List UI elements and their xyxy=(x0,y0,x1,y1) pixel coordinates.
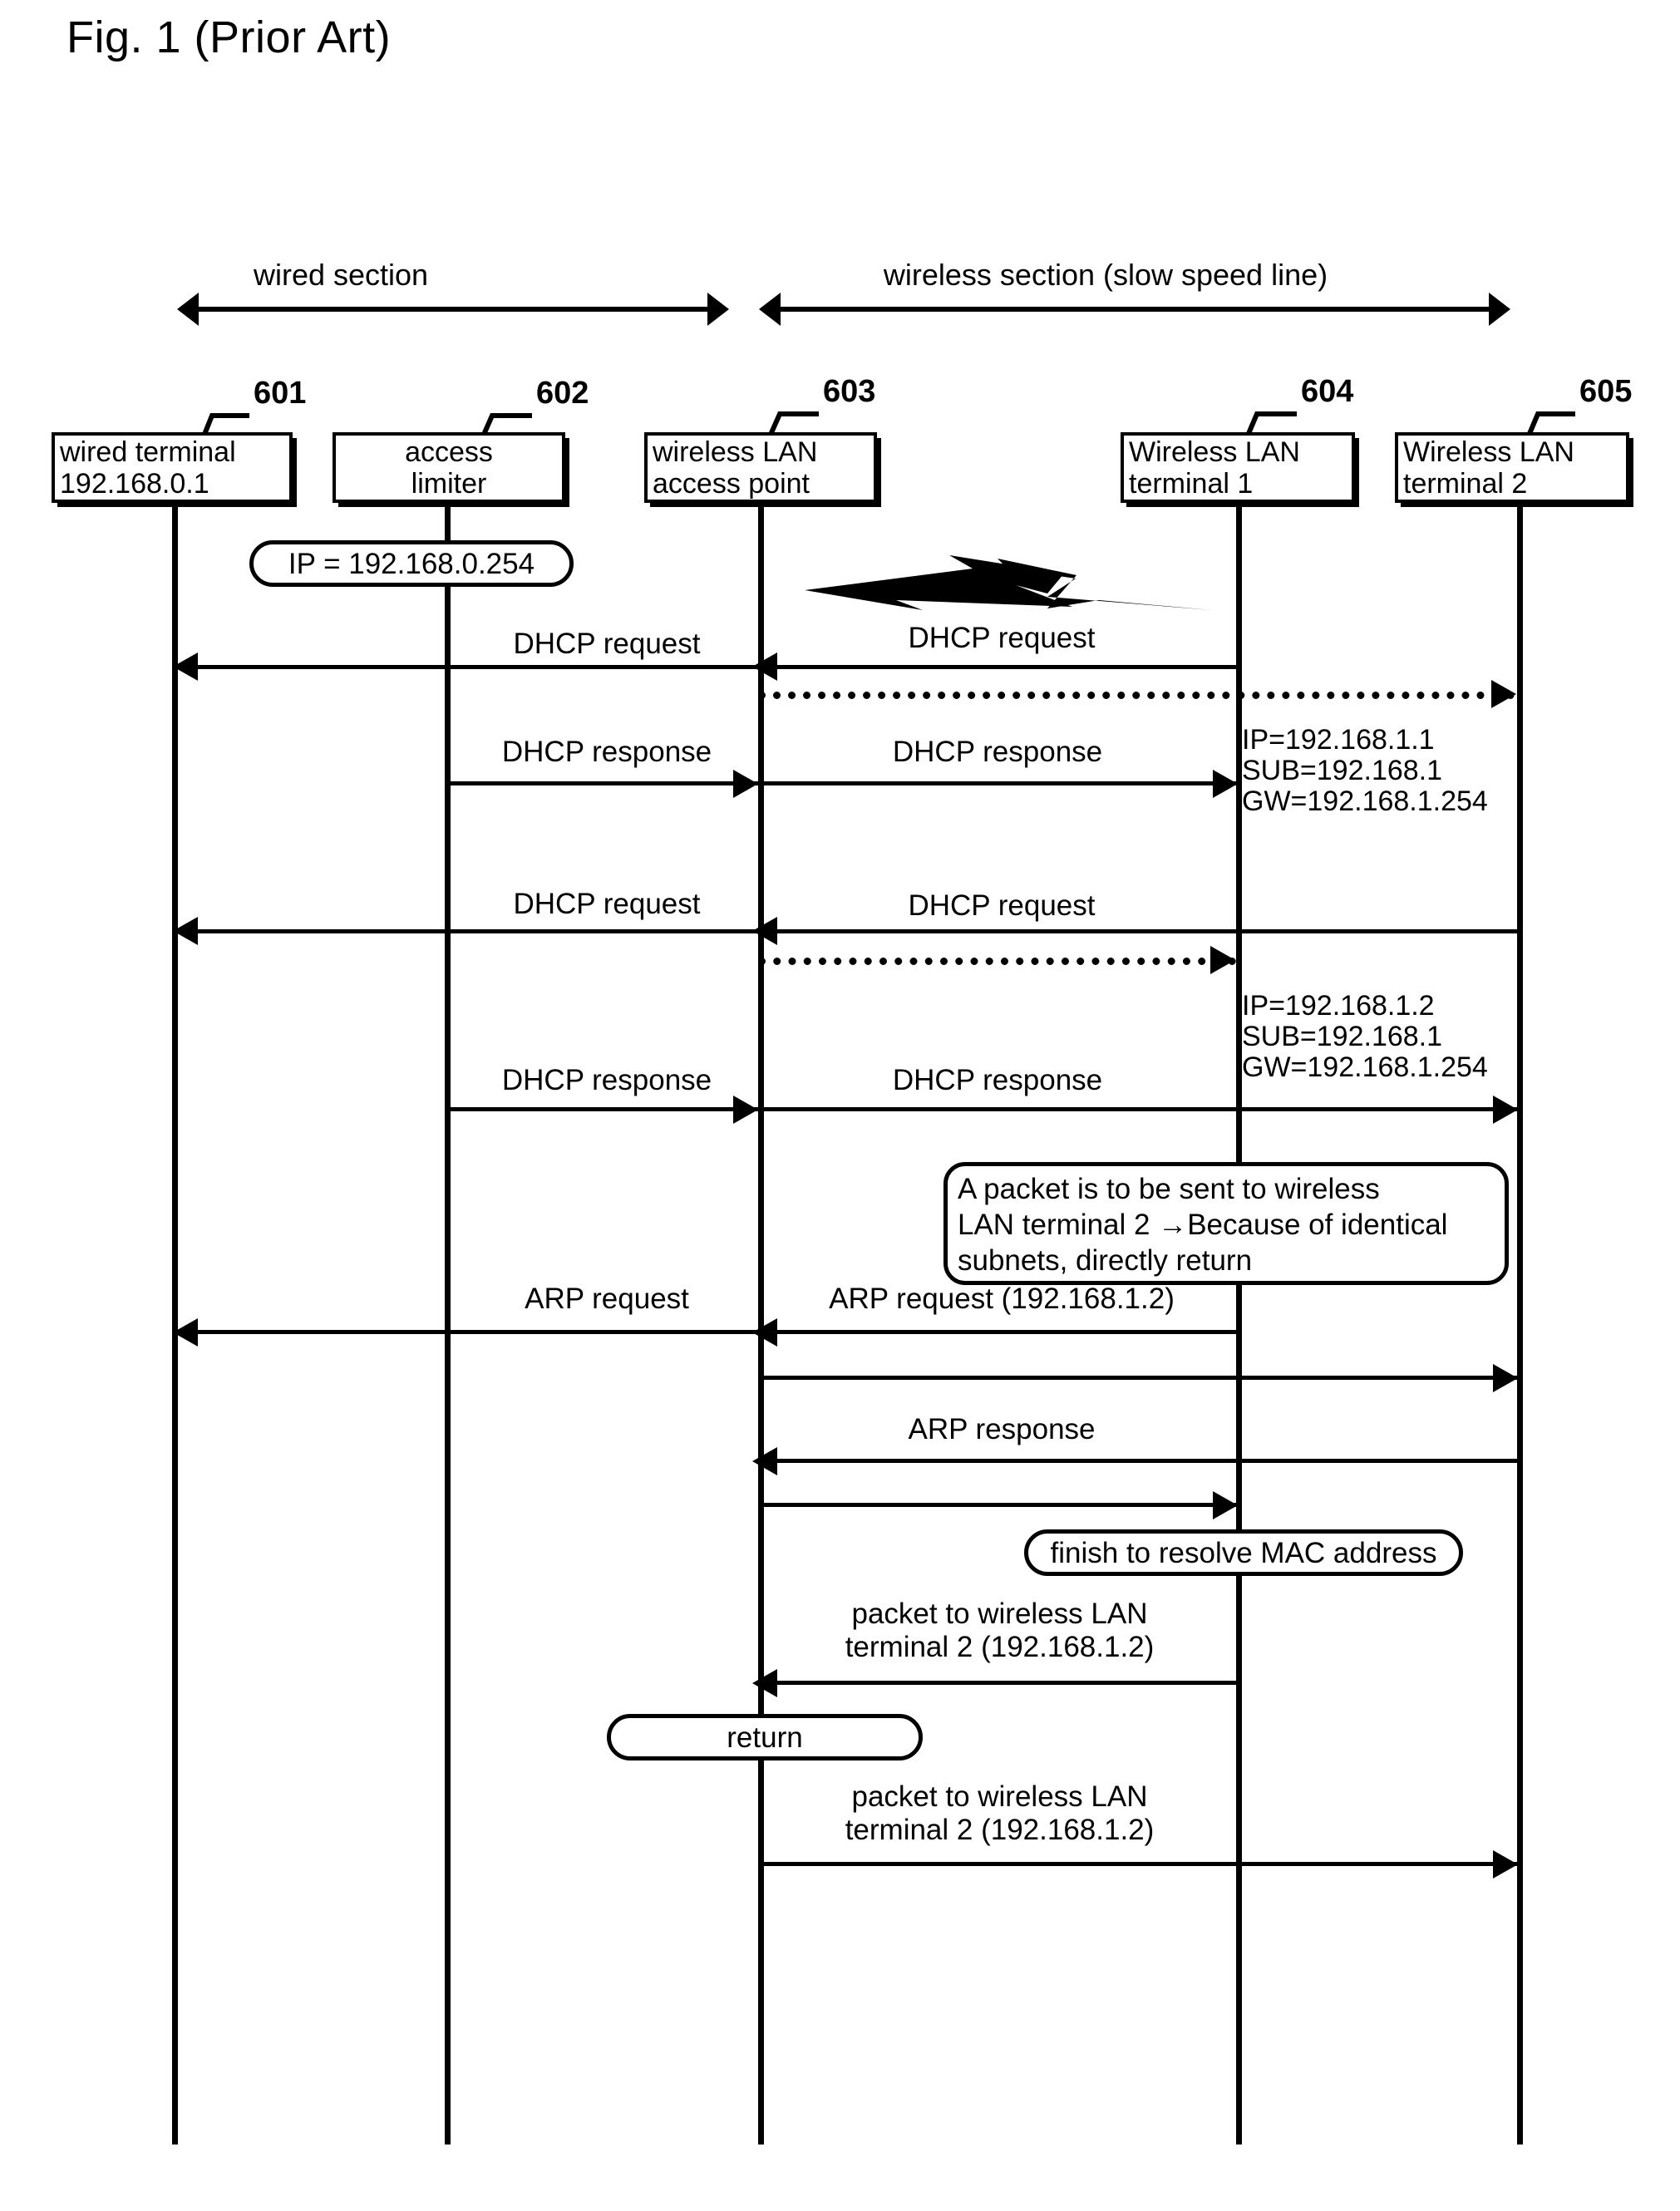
arrowhead-left xyxy=(752,652,777,681)
message-label-arp-request-b: ARP request (192.168.1.2) xyxy=(829,1283,1175,1315)
message-arrow-dhcp-response-1 xyxy=(447,781,1237,785)
message-arrow-arp-request-broadcast xyxy=(758,1376,1517,1380)
message-arrow-arp-request xyxy=(176,1330,1239,1334)
message-arrow-arp-response-forward xyxy=(758,1503,1239,1507)
ref-number-604: 604 xyxy=(1301,374,1354,409)
info-line-gw: GW=192.168.1.254 xyxy=(1242,1051,1488,1083)
message-label-packet-2: packet to wireless LAN terminal 2 (192.1… xyxy=(765,1780,1234,1847)
arrowhead-left xyxy=(752,1669,777,1697)
actor-box-wireless-access-point[interactable]: wireless LAN access point xyxy=(644,432,877,503)
ref-number-605: 605 xyxy=(1579,374,1633,409)
info-block-terminal1-config: IP=192.168.1.1 SUB=192.168.1 GW=192.168.… xyxy=(1242,725,1488,817)
ref-number-603: 603 xyxy=(823,374,876,409)
actor-box-wireless-terminal-2[interactable]: Wireless LAN terminal 2 xyxy=(1395,432,1629,503)
ref-number-601: 601 xyxy=(254,376,307,411)
message-label-packet-1-line2: terminal 2 (192.168.1.2) xyxy=(845,1631,1155,1663)
info-line-gw: GW=192.168.1.254 xyxy=(1242,785,1488,817)
message-label-dhcp-response-1a: DHCP response xyxy=(501,736,712,768)
message-arrow-dhcp-broadcast-1 xyxy=(758,692,1515,699)
section-span-wired xyxy=(177,293,729,326)
balloon-return: return xyxy=(607,1714,923,1760)
arrowhead-right xyxy=(1493,1364,1518,1392)
actor-label-line1: Wireless LAN xyxy=(1129,436,1300,468)
actor-label-line1: Wireless LAN xyxy=(1403,436,1574,468)
figure-canvas: Fig. 1 (Prior Art) wired section wireles… xyxy=(0,0,1680,2211)
message-arrow-dhcp-request-2 xyxy=(176,929,1517,933)
balloon-text: finish to resolve MAC address xyxy=(1050,1536,1437,1569)
message-arrow-arp-response xyxy=(758,1459,1517,1463)
arrowhead-left xyxy=(752,917,777,945)
message-arrow-dhcp-request-1 xyxy=(176,665,1239,669)
lifeline-wireless-terminal-2 xyxy=(1517,503,1523,2145)
arrowhead-left xyxy=(752,1318,777,1347)
actor-label-line2: access point xyxy=(653,467,810,500)
message-label-dhcp-response-2b: DHCP response xyxy=(892,1064,1103,1096)
balloon-text: IP = 192.168.0.254 xyxy=(288,547,535,580)
balloon-text: return xyxy=(727,1721,803,1754)
actor-box-access-limiter[interactable]: access limiter xyxy=(333,432,565,503)
message-label-packet-1-line1: packet to wireless LAN xyxy=(851,1598,1148,1630)
message-label-dhcp-response-1b: DHCP response xyxy=(892,736,1103,768)
lifeline-wireless-terminal-1 xyxy=(1236,503,1242,2145)
wireless-lightning-icon xyxy=(805,555,1212,610)
message-label-dhcp-request-2b: DHCP request xyxy=(908,889,1096,922)
actor-label-line2: limiter xyxy=(411,467,487,500)
message-arrow-packet-1 xyxy=(758,1681,1239,1685)
info-line-ip: IP=192.168.1.1 xyxy=(1242,724,1435,756)
message-arrow-dhcp-broadcast-2 xyxy=(758,958,1236,965)
actor-label-line2: 192.168.0.1 xyxy=(60,467,209,500)
message-label-packet-1: packet to wireless LAN terminal 2 (192.1… xyxy=(765,1598,1234,1664)
arrowhead-right xyxy=(1210,946,1235,974)
actor-label-line1: access xyxy=(405,436,493,468)
arrowhead-left xyxy=(173,1318,198,1347)
note-line-2: LAN terminal 2 →Because of identical xyxy=(958,1209,1448,1241)
arrowhead-right xyxy=(733,1096,758,1124)
info-line-sub: SUB=192.168.1 xyxy=(1242,1021,1443,1052)
arrowhead-left xyxy=(173,652,198,681)
note-packet-same-subnet: A packet is to be sent to wireless LAN t… xyxy=(943,1162,1509,1285)
page-title: Fig. 1 (Prior Art) xyxy=(67,12,392,62)
note-line-1: A packet is to be sent to wireless xyxy=(958,1173,1380,1205)
message-label-arp-request-a: ARP request xyxy=(525,1283,689,1315)
actor-label-line1: wired terminal xyxy=(60,436,236,468)
ref-number-602: 602 xyxy=(536,376,589,411)
arrowhead-right xyxy=(1491,680,1516,708)
message-arrow-packet-2 xyxy=(758,1862,1517,1866)
message-arrow-dhcp-response-2 xyxy=(447,1107,1517,1111)
lifeline-access-limiter xyxy=(445,503,451,2145)
arrowhead-right xyxy=(733,770,758,798)
arrowhead-left xyxy=(173,917,198,945)
section-label-wireless: wireless section (slow speed line) xyxy=(883,258,1328,292)
actor-label-line2: terminal 1 xyxy=(1129,467,1254,500)
message-label-dhcp-request-2a: DHCP request xyxy=(513,888,701,920)
info-line-sub: SUB=192.168.1 xyxy=(1242,755,1443,786)
balloon-finish-resolve-mac: finish to resolve MAC address xyxy=(1024,1529,1463,1576)
section-label-wired: wired section xyxy=(253,258,429,292)
message-label-arp-response: ARP response xyxy=(908,1413,1096,1445)
actor-label-line2: terminal 2 xyxy=(1403,467,1528,500)
info-block-terminal2-config: IP=192.168.1.2 SUB=192.168.1 GW=192.168.… xyxy=(1242,991,1488,1083)
message-label-dhcp-request-1a: DHCP request xyxy=(513,628,701,660)
arrowhead-right xyxy=(1213,770,1238,798)
actor-box-wired-terminal[interactable]: wired terminal 192.168.0.1 xyxy=(52,432,293,503)
message-label-packet-2-line1: packet to wireless LAN xyxy=(851,1780,1148,1813)
info-line-ip: IP=192.168.1.2 xyxy=(1242,990,1435,1022)
arrowhead-right xyxy=(1493,1096,1518,1124)
note-line-3: subnets, directly return xyxy=(958,1244,1253,1277)
message-label-packet-2-line2: terminal 2 (192.168.1.2) xyxy=(845,1814,1155,1846)
message-label-dhcp-response-2a: DHCP response xyxy=(501,1064,712,1096)
actor-box-wireless-terminal-1[interactable]: Wireless LAN terminal 1 xyxy=(1121,432,1355,503)
actor-label-line1: wireless LAN xyxy=(653,436,818,468)
message-label-dhcp-request-1b: DHCP request xyxy=(908,622,1096,654)
arrowhead-right xyxy=(1213,1491,1238,1519)
balloon-ip-assign: IP = 192.168.0.254 xyxy=(249,540,574,587)
arrowhead-right xyxy=(1493,1850,1518,1879)
section-span-wireless xyxy=(759,293,1510,326)
arrowhead-left xyxy=(752,1447,777,1475)
